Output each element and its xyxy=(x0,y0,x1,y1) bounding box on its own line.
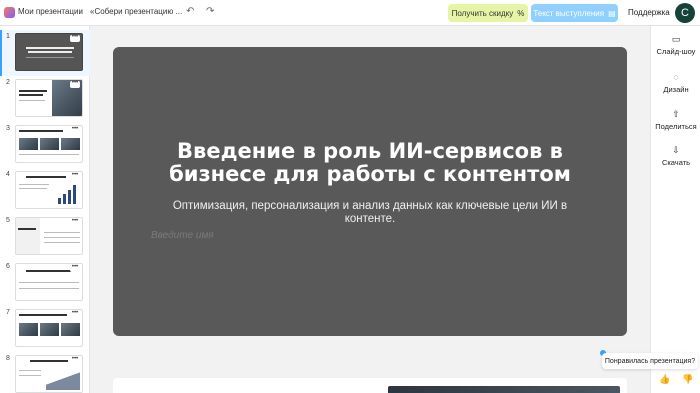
monitor-icon: ▭ xyxy=(671,34,681,44)
slide-number: 2 xyxy=(6,79,10,86)
thumbs-up-icon[interactable]: 👍 xyxy=(659,374,670,385)
percent-icon: % xyxy=(517,8,525,18)
slide-thumbnail-8[interactable]: 8 ••• xyxy=(0,352,90,393)
speech-text-label: Текст выступления xyxy=(533,8,605,18)
thumbnail-menu-icon[interactable]: ••• xyxy=(70,264,80,272)
share-label: Поделиться xyxy=(655,122,697,131)
slide-thumbnail-7[interactable]: 7 ••• xyxy=(0,306,90,352)
share-button[interactable]: ⇧ Поделиться xyxy=(651,109,700,131)
thumbnail-menu-icon[interactable]: ••• xyxy=(70,126,80,134)
breadcrumb-separator: › xyxy=(80,7,83,16)
slide-number: 5 xyxy=(6,217,10,224)
thumbnail-preview: ••• xyxy=(15,309,83,347)
top-bar: Мои презентации › «Собери презентацию ..… xyxy=(0,0,700,26)
breadcrumb-my-presentations[interactable]: Мои презентации xyxy=(18,7,83,16)
redo-icon[interactable]: ↷ xyxy=(206,6,214,17)
slide-thumbnail-1[interactable]: 1 ••• xyxy=(0,30,90,76)
slideshow-label: Слайд-шоу xyxy=(656,47,696,56)
thumbnail-preview: ••• xyxy=(15,217,83,255)
thumbnail-menu-icon[interactable]: ••• xyxy=(70,218,80,226)
download-label: Скачать xyxy=(661,158,691,167)
share-icon: ⇧ xyxy=(672,109,680,119)
name-placeholder[interactable]: Введите имя xyxy=(151,230,214,241)
next-slide-image xyxy=(388,386,620,393)
thumbs-down-icon[interactable]: 👎 xyxy=(682,374,693,385)
slide-number: 4 xyxy=(6,171,10,178)
thumbnail-menu-icon[interactable]: ••• xyxy=(70,80,80,88)
slide-number: 3 xyxy=(6,125,10,132)
app-logo[interactable] xyxy=(4,7,15,18)
slide-thumbnail-3[interactable]: 3 ••• xyxy=(0,122,90,168)
support-link[interactable]: Поддержка xyxy=(628,8,670,17)
thumbnail-preview: ••• xyxy=(15,263,83,301)
design-label: Дизайн xyxy=(663,85,689,94)
slideshow-button[interactable]: ▭ Слайд-шоу xyxy=(651,34,700,56)
palette-icon: ◌ xyxy=(673,72,679,82)
slide-canvas[interactable]: Введение в роль ИИ-сервисов в бизнесе дл… xyxy=(113,47,627,336)
thumbnail-menu-icon[interactable]: ••• xyxy=(70,310,80,318)
thumbnail-preview: ••• xyxy=(15,125,83,163)
slide-thumbnail-2[interactable]: 2 ••• xyxy=(0,76,90,122)
thumbnail-preview: ••• xyxy=(15,355,83,393)
feedback-question: Понравилась презентация? xyxy=(602,353,698,369)
design-button[interactable]: ◌ Дизайн xyxy=(651,72,700,94)
slide-thumbnail-4[interactable]: 4 ••• xyxy=(0,168,90,214)
slide-title[interactable]: Введение в роль ИИ-сервисов в бизнесе дл… xyxy=(143,140,597,186)
presentation-title[interactable]: «Собери презентацию ... xyxy=(90,7,182,16)
download-icon: ⇩ xyxy=(672,145,680,155)
slide-number: 1 xyxy=(6,33,10,40)
get-discount-button[interactable]: Получить скидку % xyxy=(448,4,528,22)
thumbnail-preview: ••• xyxy=(15,33,83,71)
speech-text-button[interactable]: Текст выступления ▤ xyxy=(531,4,618,22)
thumbnail-preview: ••• xyxy=(15,79,83,117)
download-button[interactable]: ⇩ Скачать xyxy=(651,145,700,167)
undo-icon[interactable]: ↶ xyxy=(186,6,194,17)
get-discount-label: Получить скидку xyxy=(451,8,514,18)
thumbnail-menu-icon[interactable]: ••• xyxy=(70,172,80,180)
document-icon: ▤ xyxy=(608,8,616,18)
slide-thumbnail-5[interactable]: 5 ••• xyxy=(0,214,90,260)
slide-number: 8 xyxy=(6,355,10,362)
thumbnail-menu-icon[interactable]: ••• xyxy=(70,356,80,364)
right-toolbar: ▭ Слайд-шоу ◌ Дизайн ⇧ Поделиться ⇩ Скач… xyxy=(650,26,700,393)
thumbnail-menu-icon[interactable]: ••• xyxy=(70,34,80,42)
slide-number: 7 xyxy=(6,309,10,316)
slide-number: 6 xyxy=(6,263,10,270)
slide-thumbnails-panel: 1 ••• 2 ••• 3 ••• 4 ••• 5 ••• 6 ••• 7 ••… xyxy=(0,26,90,393)
slide-thumbnail-6[interactable]: 6 ••• xyxy=(0,260,90,306)
avatar[interactable]: C xyxy=(675,3,695,23)
slide-subtitle[interactable]: Оптимизация, персонализация и анализ дан… xyxy=(153,200,587,226)
thumbnail-preview: ••• xyxy=(15,171,83,209)
